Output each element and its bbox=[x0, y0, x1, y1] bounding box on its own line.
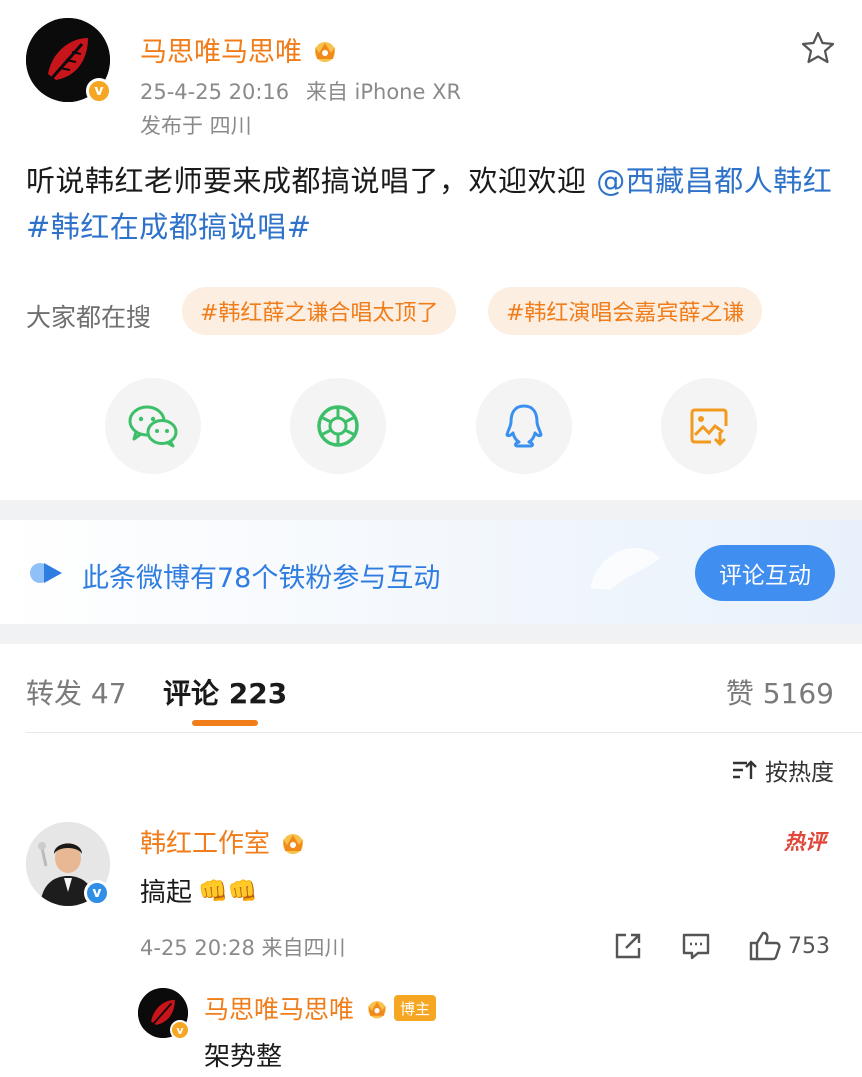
trending-label: 大家都在搜 bbox=[26, 303, 152, 332]
post-text: 听说韩红老师要来成都搞说唱了，欢迎欢迎 bbox=[26, 164, 597, 198]
fist-emoji: 👊👊 bbox=[198, 876, 258, 905]
like-count: 753 bbox=[788, 933, 830, 959]
comment-share-button[interactable] bbox=[612, 928, 644, 964]
tab-comments[interactable]: 评论 223 bbox=[163, 672, 287, 712]
share-qq-button[interactable] bbox=[476, 378, 572, 474]
reply-text: 架势整 bbox=[204, 1042, 283, 1072]
wechat-icon bbox=[128, 405, 178, 448]
moments-icon bbox=[317, 405, 359, 447]
comment-reply-button[interactable] bbox=[680, 928, 712, 964]
comment-text: 搞起 bbox=[140, 878, 193, 908]
post-body: 听说韩红老师要来成都搞说唱了，欢迎欢迎 @西藏昌都人韩红 #韩红在成都搞说唱# bbox=[26, 158, 838, 250]
verified-badge-icon: v bbox=[84, 880, 110, 906]
verified-badge-icon: v bbox=[170, 1020, 190, 1040]
trending-pill[interactable]: #韩红薛之谦合唱太顶了 bbox=[182, 287, 457, 335]
thumbs-up-icon bbox=[749, 931, 781, 961]
post-location: 发布于 四川 bbox=[140, 114, 252, 138]
hot-comment-badge: 热评 bbox=[784, 830, 826, 854]
qq-icon bbox=[505, 404, 543, 448]
mention-link[interactable]: @西藏昌都人韩红 bbox=[596, 164, 832, 198]
section-gap bbox=[0, 624, 862, 644]
section-gap bbox=[0, 500, 862, 520]
active-tab-indicator bbox=[192, 720, 258, 726]
sort-label: 按热度 bbox=[765, 760, 834, 786]
sort-icon bbox=[733, 760, 757, 779]
crown-icon bbox=[283, 833, 304, 854]
commenter-name[interactable]: 韩红工作室 bbox=[140, 823, 270, 860]
post-source: 来自 iPhone XR bbox=[305, 80, 462, 104]
crown-icon bbox=[315, 41, 335, 62]
tabs-divider bbox=[26, 732, 862, 733]
sort-button[interactable]: 按热度 bbox=[731, 753, 834, 787]
save-image-icon bbox=[690, 408, 728, 447]
tab-likes[interactable]: 赞 5169 bbox=[726, 672, 834, 712]
commenter-name-row[interactable]: 韩红工作室 bbox=[140, 823, 308, 860]
tab-repost[interactable]: 转发 47 bbox=[26, 672, 127, 712]
crown-icon bbox=[368, 1001, 386, 1019]
favorite-star-icon[interactable] bbox=[800, 30, 836, 66]
fans-icon bbox=[30, 563, 62, 583]
share-arrow-icon bbox=[615, 933, 641, 959]
hashtag-link[interactable]: #韩红在成都搞说唱# bbox=[26, 210, 312, 244]
post-timestamp: 25-4-25 20:16 bbox=[140, 80, 290, 104]
author-avatar[interactable]: v bbox=[26, 18, 112, 104]
share-wechat-button[interactable] bbox=[105, 378, 201, 474]
save-image-button[interactable] bbox=[661, 378, 757, 474]
fans-banner-text: 此条微博有78个铁粉参与互动 bbox=[82, 563, 441, 594]
comment-interact-button[interactable]: 评论互动 bbox=[695, 545, 835, 601]
author-name-row[interactable]: 马思唯马思唯 bbox=[140, 30, 340, 69]
trending-pill[interactable]: #韩红演唱会嘉宾薛之谦 bbox=[488, 287, 763, 335]
reply-author-row[interactable]: 马思唯马思唯 博主 bbox=[204, 990, 437, 1026]
comment-body: 搞起 👊👊 bbox=[140, 872, 258, 909]
post-meta: 25-4-25 20:16 来自 iPhone XR bbox=[140, 76, 461, 106]
decorative-watermark-icon bbox=[590, 548, 660, 590]
author-name[interactable]: 马思唯马思唯 bbox=[140, 30, 302, 69]
reply-author-name[interactable]: 马思唯马思唯 bbox=[204, 990, 354, 1026]
comment-bubble-icon bbox=[682, 933, 710, 960]
verified-badge-icon: v bbox=[86, 78, 112, 104]
share-moments-button[interactable] bbox=[290, 378, 386, 474]
comment-like-button[interactable]: 753 bbox=[748, 928, 830, 964]
comment-meta: 4-25 20:28 来自四川 bbox=[140, 936, 346, 960]
poster-badge: 博主 bbox=[394, 995, 437, 1021]
